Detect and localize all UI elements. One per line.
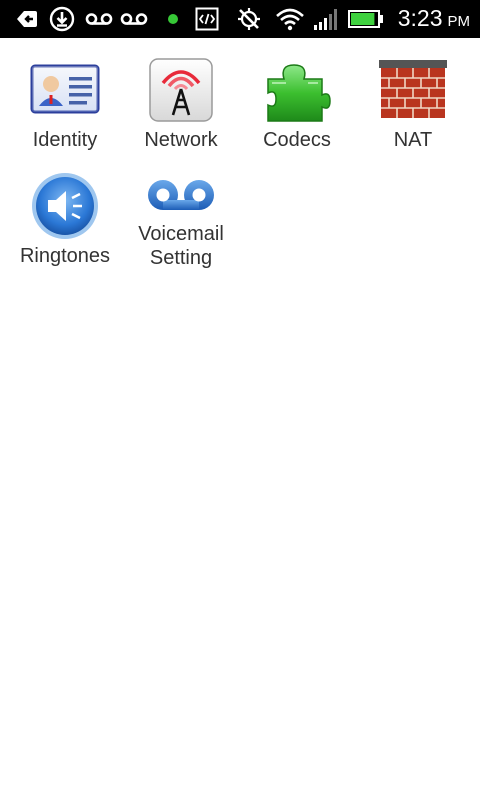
voicemail-icon [85, 6, 113, 32]
speaker-icon [29, 170, 101, 242]
voicemail-tape-icon [145, 170, 217, 220]
network-tower-icon [145, 54, 217, 126]
app-label: Identity [32, 129, 98, 151]
status-bar: 3:23 PM [0, 0, 480, 38]
voicemail-icon [120, 6, 148, 32]
identity-card-icon [29, 54, 101, 126]
back-notification-icon [14, 6, 40, 32]
signal-icon [312, 6, 342, 32]
green-dot-icon [160, 6, 186, 32]
app-label: NAT [393, 129, 433, 151]
developer-code-icon [194, 6, 220, 32]
wifi-icon [275, 6, 305, 32]
clock-time: 3:23 [397, 5, 443, 31]
status-clock: 3:23 PM [398, 5, 470, 32]
brick-wall-icon [377, 54, 449, 126]
app-label: Network [144, 129, 218, 151]
app-tile-voicemail-setting[interactable]: Voicemail Setting [121, 154, 241, 270]
clock-ampm: PM [447, 13, 471, 30]
puzzle-piece-icon [261, 54, 333, 126]
app-tile-codecs[interactable]: Codecs [237, 38, 357, 154]
settings-grid: Identity Network Codecs NAT Ringtones Vo… [0, 38, 480, 800]
gps-off-icon [236, 6, 262, 32]
download-icon [49, 6, 75, 32]
app-label: Voicemail Setting [138, 223, 224, 269]
app-tile-network[interactable]: Network [121, 38, 241, 154]
app-label: Ringtones [19, 245, 111, 267]
app-tile-ringtones[interactable]: Ringtones [5, 154, 125, 270]
battery-icon [348, 6, 384, 32]
app-label: Codecs [263, 129, 331, 151]
app-tile-identity[interactable]: Identity [5, 38, 125, 154]
app-tile-nat[interactable]: NAT [353, 38, 473, 154]
